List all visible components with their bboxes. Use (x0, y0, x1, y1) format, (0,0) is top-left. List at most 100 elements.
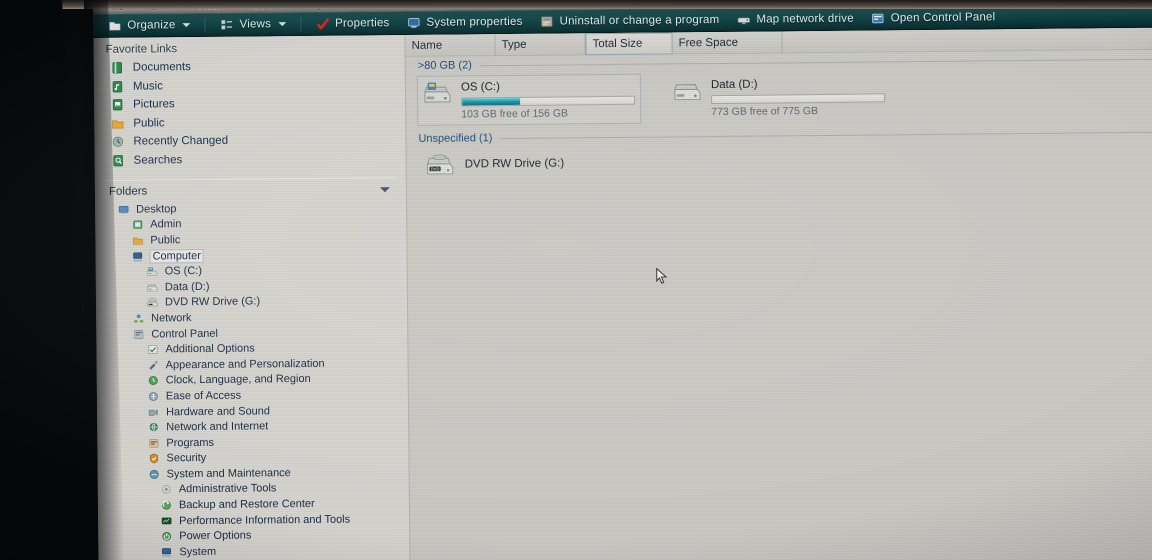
dvd-drive-icon (146, 297, 159, 309)
drive-tile-list: OS (C:) 103 GB free of 156 GB Data (D:) … (406, 66, 1152, 126)
drive-name: OS (C:) (460, 81, 500, 94)
folders-header[interactable]: Folders (95, 178, 406, 202)
capacity-bar-fill (462, 97, 521, 106)
organize-button[interactable]: Organize (101, 16, 196, 35)
open-control-panel-icon (871, 11, 886, 25)
folder-tree: Desktop Admin Public Computer OS (C:) Data (D… (95, 199, 410, 560)
folders-title: Folders (108, 185, 148, 198)
drive-meta: Data (D:) 773 GB free of 775 GB (710, 75, 886, 119)
toolbar-separator (299, 16, 302, 32)
tree-item-label: OS (C:) (164, 265, 203, 278)
clock-language-icon (147, 375, 160, 387)
chevron-down-icon[interactable] (379, 186, 390, 192)
file-list-pane: Name Type Total Size Free Space >80 GB (2) (404, 27, 1152, 560)
tree-item-label: Computer (149, 248, 204, 264)
tree-item-label: Hardware and Sound (165, 404, 271, 418)
os-drive-icon (146, 266, 159, 278)
network-icon (132, 312, 145, 324)
column-header-total-size[interactable]: Total Size (585, 32, 673, 56)
backup-restore-icon (160, 499, 173, 511)
tree-item-label: Backup and Restore Center (178, 497, 315, 512)
group-title: Unspecified (1) (418, 132, 493, 145)
recently-changed-icon (110, 135, 125, 149)
drive-name: Data (D:) (710, 78, 758, 92)
column-header-label: Type (501, 38, 527, 52)
column-header-name[interactable]: Name (405, 34, 496, 58)
power-options-icon (160, 531, 173, 543)
views-icon (220, 18, 235, 32)
open-control-panel-button[interactable]: Open Control Panel (865, 8, 1002, 27)
hard-drive-icon (146, 281, 159, 293)
system-maintenance-icon (148, 468, 161, 480)
group-rule (500, 131, 1152, 139)
tree-item-label: Clock, Language, and Region (165, 373, 311, 387)
drive-usage-text: 773 GB free of 775 GB (711, 105, 819, 119)
favorite-links-title: Favorite Links (105, 43, 178, 56)
security-icon (147, 453, 160, 465)
music-icon (110, 79, 125, 93)
ease-of-access-icon (147, 390, 160, 402)
properties-label: Properties (335, 17, 390, 30)
toolbar-separator (204, 17, 206, 33)
tree-item-label: Admin (150, 218, 182, 231)
tree-item-label: Network (151, 312, 192, 325)
performance-icon (160, 515, 173, 527)
tree-item-label: System (179, 545, 217, 559)
favorite-item-searches[interactable]: Searches (109, 149, 406, 170)
svg-text:DVD: DVD (431, 166, 440, 171)
column-header-label: Free Space (678, 36, 739, 50)
map-network-drive-label: Map network drive (756, 12, 854, 26)
tree-item-label: Desktop (136, 203, 177, 216)
public-folder-icon (110, 116, 125, 130)
uninstall-program-button[interactable]: Uninstall or change a program (533, 11, 725, 31)
dvd-drive-icon: DVD (425, 152, 455, 178)
desktop-icon (117, 203, 130, 215)
group-rule (479, 58, 1152, 66)
open-control-panel-label: Open Control Panel (890, 11, 996, 25)
documents-icon (110, 61, 125, 75)
capacity-bar (711, 93, 886, 105)
map-network-drive-button[interactable]: Map network drive (730, 10, 860, 29)
system-properties-icon (406, 16, 421, 30)
explorer-window: File Edit View Tools Help Organize (93, 0, 1152, 560)
favorite-links-list: Documents Music Pictures Public Recently… (94, 56, 406, 178)
administrative-tools-icon (160, 484, 173, 496)
uninstall-program-label: Uninstall or change a program (559, 13, 720, 28)
drive-tile-data-d[interactable]: Data (D:) 773 GB free of 775 GB (668, 72, 890, 122)
properties-button[interactable]: Properties (309, 14, 396, 33)
tree-item-label: Power Options (179, 529, 252, 543)
tree-item-label: Appearance and Personalization (165, 357, 325, 372)
tree-item-label: Programs (166, 436, 215, 450)
mouse-cursor (656, 267, 668, 285)
system-properties-button[interactable]: System properties (400, 13, 528, 32)
column-header-free-space[interactable]: Free Space (672, 31, 783, 55)
os-drive-icon (422, 80, 452, 106)
tree-item-label: Administrative Tools (178, 482, 277, 496)
hard-drive-icon (672, 77, 702, 103)
network-internet-icon (147, 421, 160, 433)
appearance-icon (147, 359, 160, 371)
tree-item-label: Data (D:) (164, 280, 210, 294)
drive-tile-os-c[interactable]: OS (C:) 103 GB free of 156 GB (416, 73, 642, 126)
organize-label: Organize (127, 19, 176, 32)
favorite-item-label: Documents (132, 61, 191, 74)
properties-check-icon (315, 17, 330, 31)
favorite-item-label: Searches (133, 153, 183, 167)
searches-icon (111, 153, 126, 167)
public-folder-icon (131, 235, 144, 247)
views-button[interactable]: Views (214, 15, 293, 34)
drive-meta: OS (C:) 103 GB free of 156 GB (460, 78, 636, 121)
column-header-label: Total Size (592, 37, 643, 51)
organize-icon (107, 19, 122, 33)
favorite-item-label: Music (132, 80, 164, 93)
pictures-icon (110, 98, 125, 112)
hardware-sound-icon (147, 406, 160, 418)
drive-tile-dvd-g[interactable]: DVD DVD RW Drive (G:) (407, 139, 1152, 178)
navigation-pane: Favorite Links Documents Music Pictures … (93, 35, 410, 560)
map-network-drive-icon (736, 13, 751, 27)
drive-usage-text: 103 GB free of 156 GB (461, 107, 569, 121)
favorite-item-label: Recently Changed (133, 134, 229, 148)
system-icon (160, 546, 173, 558)
column-header-type[interactable]: Type (495, 33, 586, 57)
favorite-item-label: Pictures (133, 98, 175, 111)
